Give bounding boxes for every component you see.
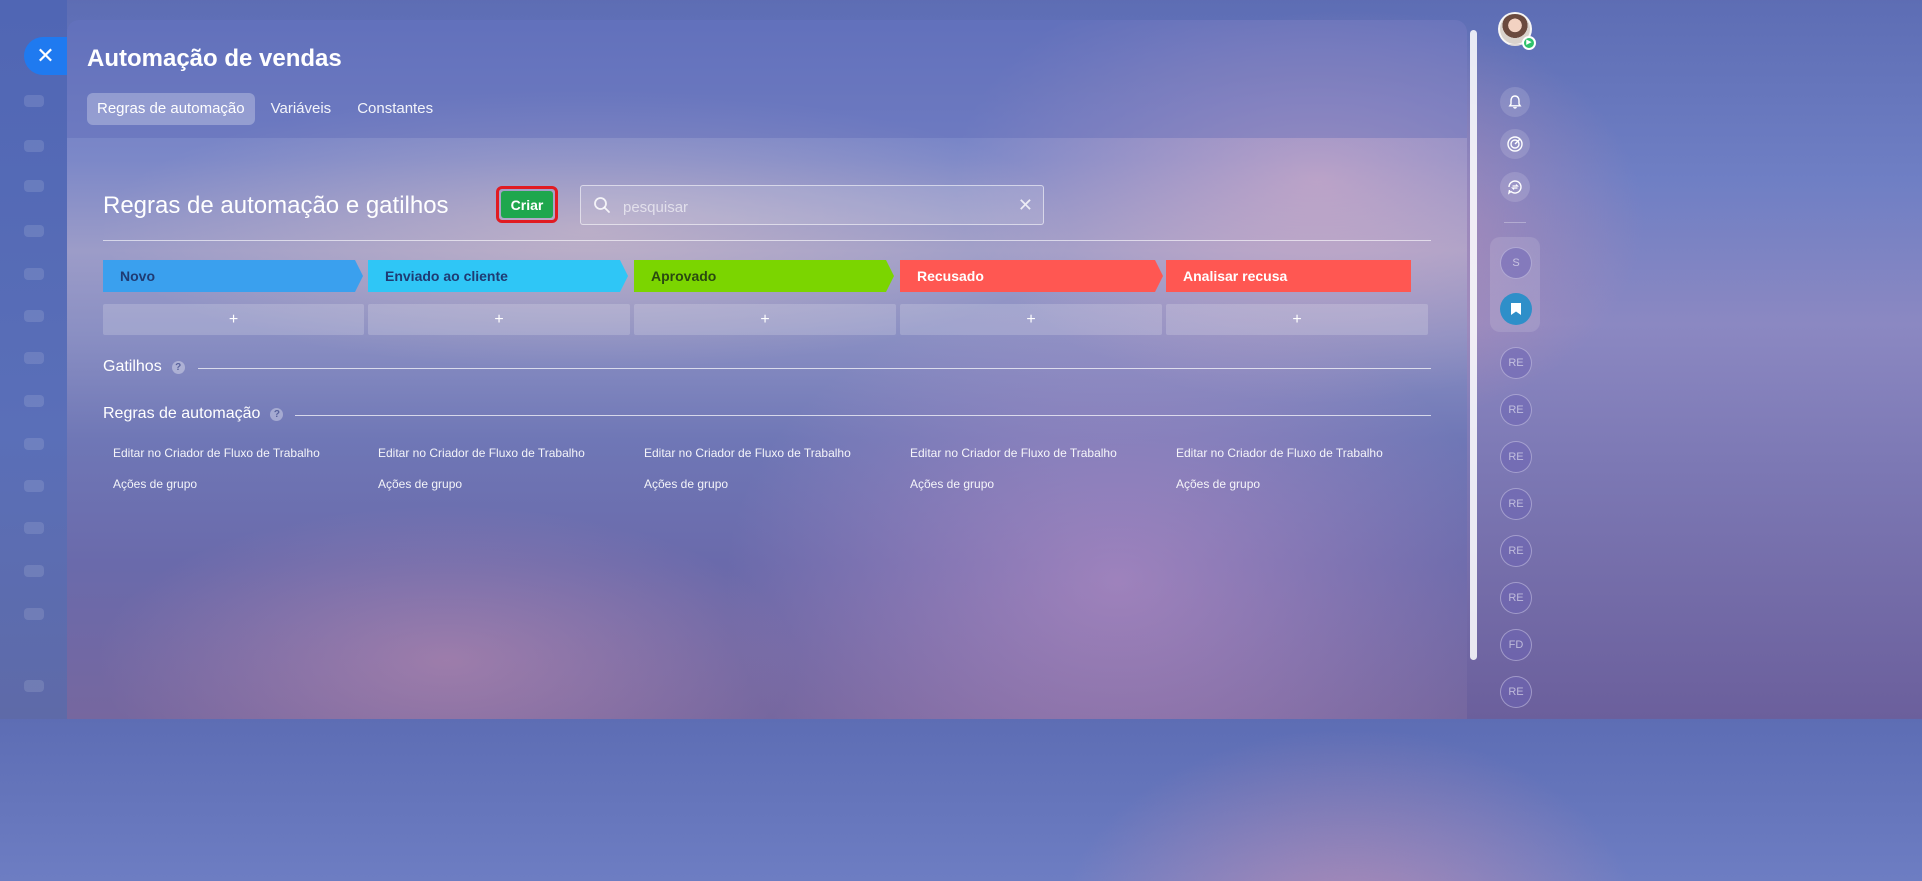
create-button[interactable]: Criar: [501, 191, 553, 218]
triggers-heading: Gatilhos ?: [103, 358, 185, 376]
menu-ghost-item: [24, 95, 44, 107]
menu-ghost-item: [24, 310, 44, 322]
rail-chat-chip[interactable]: FD: [1500, 629, 1532, 661]
stage-analisar-recusa[interactable]: Analisar recusa: [1166, 260, 1411, 292]
stage-label: Enviado ao cliente: [385, 268, 508, 284]
section-title: Regras de automação e gatilhos: [103, 192, 449, 219]
edit-in-workflow-designer-link[interactable]: Editar no Criador de Fluxo de Trabalho: [644, 446, 851, 460]
close-icon: ✕: [36, 43, 55, 68]
rules-divider: [295, 415, 1431, 416]
group-actions-link[interactable]: Ações de grupo: [1176, 477, 1260, 491]
menu-ghost-item: [24, 395, 44, 407]
tab-variables[interactable]: Variáveis: [261, 93, 342, 125]
stage-novo[interactable]: Novo: [103, 260, 363, 292]
rail-chat-chip[interactable]: RE: [1500, 488, 1532, 520]
search-input[interactable]: [621, 194, 1005, 220]
close-slider-button[interactable]: ✕: [24, 37, 67, 75]
edit-in-workflow-designer-link[interactable]: Editar no Criador de Fluxo de Trabalho: [910, 446, 1117, 460]
rail-chat-chip[interactable]: RE: [1500, 535, 1532, 567]
rail-chat-chip[interactable]: RE: [1500, 676, 1532, 708]
automation-panel: Automação de vendas Regras de automação …: [67, 20, 1467, 719]
panel-title: Automação de vendas: [87, 45, 342, 72]
tab-automation-rules[interactable]: Regras de automação: [87, 93, 255, 125]
stage-aprovado[interactable]: Aprovado: [634, 260, 894, 292]
panel-header: Automação de vendas Regras de automação …: [67, 20, 1467, 138]
stage-enviado[interactable]: Enviado ao cliente: [368, 260, 628, 292]
stage-arrow: [1155, 260, 1163, 292]
edit-in-workflow-designer-link[interactable]: Editar no Criador de Fluxo de Trabalho: [1176, 446, 1383, 460]
search-box: ✕: [580, 185, 1044, 225]
group-actions-link[interactable]: Ações de grupo: [113, 477, 197, 491]
help-icon[interactable]: ?: [171, 360, 185, 374]
rail-chat-chip[interactable]: RE: [1500, 441, 1532, 473]
rail-chat-chip[interactable]: RE: [1500, 582, 1532, 614]
triggers-label: Gatilhos: [103, 358, 162, 375]
stage-arrow: [620, 260, 628, 292]
add-rule-button[interactable]: +: [103, 304, 364, 335]
rail-bookmark-chip[interactable]: [1500, 293, 1532, 325]
stage-label: Analisar recusa: [1183, 268, 1288, 284]
stage-arrow: [355, 260, 363, 292]
rail-separator: [1504, 222, 1526, 223]
tab-constants[interactable]: Constantes: [347, 93, 443, 125]
status-play-icon: ▶: [1522, 36, 1536, 50]
panel-scrollbar[interactable]: [1470, 30, 1477, 660]
menu-ghost-item: [24, 565, 44, 577]
create-button-highlight: Criar: [496, 186, 558, 223]
edit-in-workflow-designer-link[interactable]: Editar no Criador de Fluxo de Trabalho: [378, 446, 585, 460]
left-menu-strip: [0, 0, 67, 719]
bell-icon: [1508, 95, 1522, 109]
group-actions-link[interactable]: Ações de grupo: [910, 477, 994, 491]
rail-chat-chip[interactable]: RE: [1500, 347, 1532, 379]
stage-label: Novo: [120, 268, 155, 284]
group-actions-link[interactable]: Ações de grupo: [378, 477, 462, 491]
add-rule-button[interactable]: +: [634, 304, 896, 335]
menu-ghost-item: [24, 480, 44, 492]
menu-ghost-item: [24, 438, 44, 450]
stage-label: Aprovado: [651, 268, 717, 284]
clear-icon[interactable]: ✕: [1018, 195, 1033, 215]
menu-ghost-item: [24, 225, 44, 237]
triggers-divider: [198, 368, 1431, 369]
rules-label: Regras de automação: [103, 405, 261, 422]
stage-label: Recusado: [917, 268, 984, 284]
radar-button[interactable]: [1500, 129, 1530, 159]
menu-ghost-item: [24, 180, 44, 192]
menu-ghost-item: [24, 352, 44, 364]
right-rail: ▶ S RE RE RE RE RE RE FD RE: [1480, 0, 1568, 719]
radar-icon: [1507, 136, 1523, 152]
sync-chat-icon: [1508, 180, 1522, 195]
rail-chat-chip[interactable]: S: [1500, 247, 1532, 279]
help-icon[interactable]: ?: [270, 407, 284, 421]
menu-ghost-item: [24, 268, 44, 280]
stage-recusado[interactable]: Recusado: [900, 260, 1163, 292]
group-actions-link[interactable]: Ações de grupo: [644, 477, 728, 491]
notifications-button[interactable]: [1500, 87, 1530, 117]
add-rule-button[interactable]: +: [900, 304, 1162, 335]
add-rule-button[interactable]: +: [368, 304, 630, 335]
edit-in-workflow-designer-link[interactable]: Editar no Criador de Fluxo de Trabalho: [113, 446, 320, 460]
sync-chat-button[interactable]: [1500, 172, 1530, 202]
menu-ghost-item: [24, 608, 44, 620]
bookmark-icon: [1511, 303, 1521, 315]
stage-arrow: [886, 260, 894, 292]
search-icon: [594, 197, 610, 213]
menu-ghost-item: [24, 140, 44, 152]
tab-bar: Regras de automação Variáveis Constantes: [87, 93, 443, 125]
rail-chat-chip[interactable]: RE: [1500, 394, 1532, 426]
add-rule-button[interactable]: +: [1166, 304, 1428, 335]
menu-ghost-item: [24, 522, 44, 534]
header-divider: [103, 240, 1431, 241]
menu-ghost-item: [24, 680, 44, 692]
rules-heading: Regras de automação ?: [103, 405, 284, 423]
